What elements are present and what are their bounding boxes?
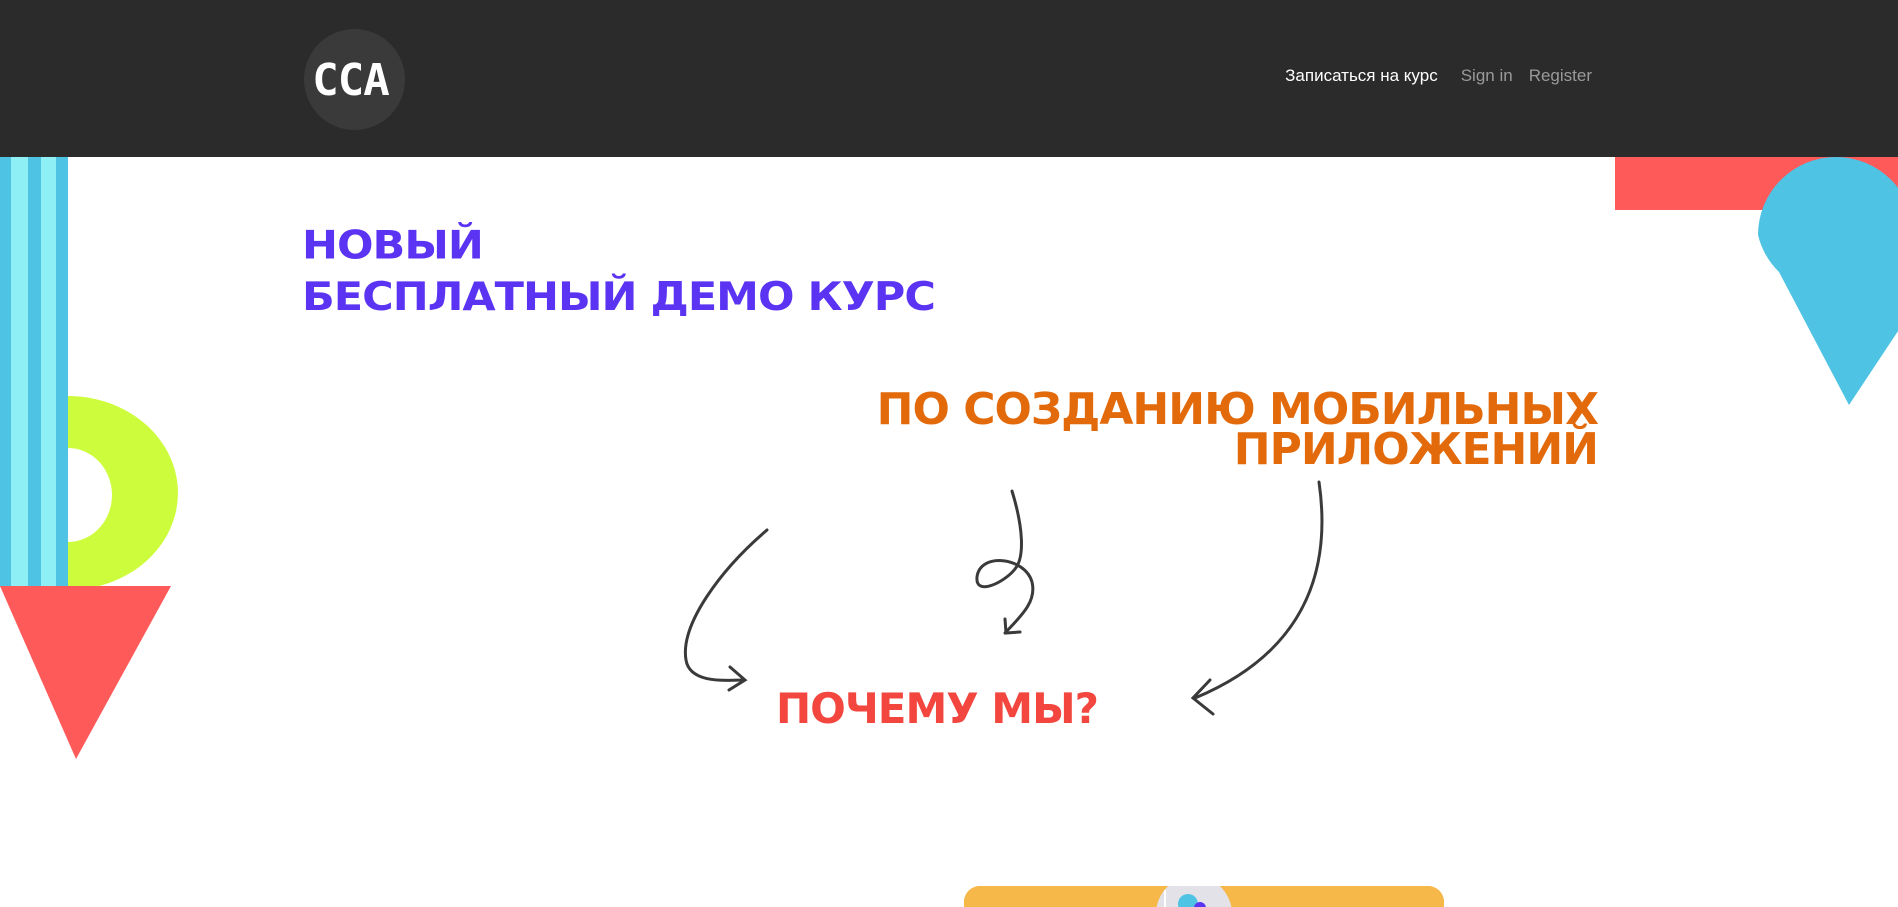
cyan-drop-decoration	[1758, 157, 1898, 405]
curved-arrow-right-icon	[1190, 480, 1324, 716]
card-illustration	[964, 886, 1444, 907]
course-card-preview[interactable]	[964, 886, 1444, 907]
left-stripes-decoration	[0, 157, 68, 587]
site-header: CCA Записаться на курс Sign in Register	[0, 0, 1898, 157]
loop-arrow-icon	[975, 489, 1035, 635]
hero-subtitle: ПО СОЗДАНИЮ МОБИЛЬНЫХ ПРИЛОЖЕНИЙ	[877, 388, 1599, 472]
signin-link[interactable]: Sign in	[1461, 66, 1513, 86]
enroll-link[interactable]: Записаться на курс	[1285, 66, 1438, 86]
why-us-heading: ПОЧЕМУ МЫ?	[776, 684, 1099, 733]
curved-arrow-left-icon	[683, 528, 769, 692]
coral-triangle-decoration	[0, 586, 171, 759]
hero-subtitle-line2: ПРИЛОЖЕНИЙ	[1233, 424, 1599, 475]
top-nav: Записаться на курс Sign in Register	[1285, 66, 1592, 86]
hero-title: НОВЫЙ БЕСПЛАТНЫЙ ДЕМО КУРС	[302, 220, 936, 323]
lime-ring-decoration	[68, 396, 178, 590]
page: CCA Записаться на курс Sign in Register …	[0, 0, 1898, 907]
hero-title-line1: НОВЫЙ	[302, 222, 484, 269]
register-link[interactable]: Register	[1529, 66, 1592, 86]
logo-link[interactable]: CCA	[304, 29, 405, 130]
logo-text: CCA	[312, 55, 389, 106]
hero-title-line2: БЕСПЛАТНЫЙ ДЕМО КУРС	[302, 274, 936, 321]
